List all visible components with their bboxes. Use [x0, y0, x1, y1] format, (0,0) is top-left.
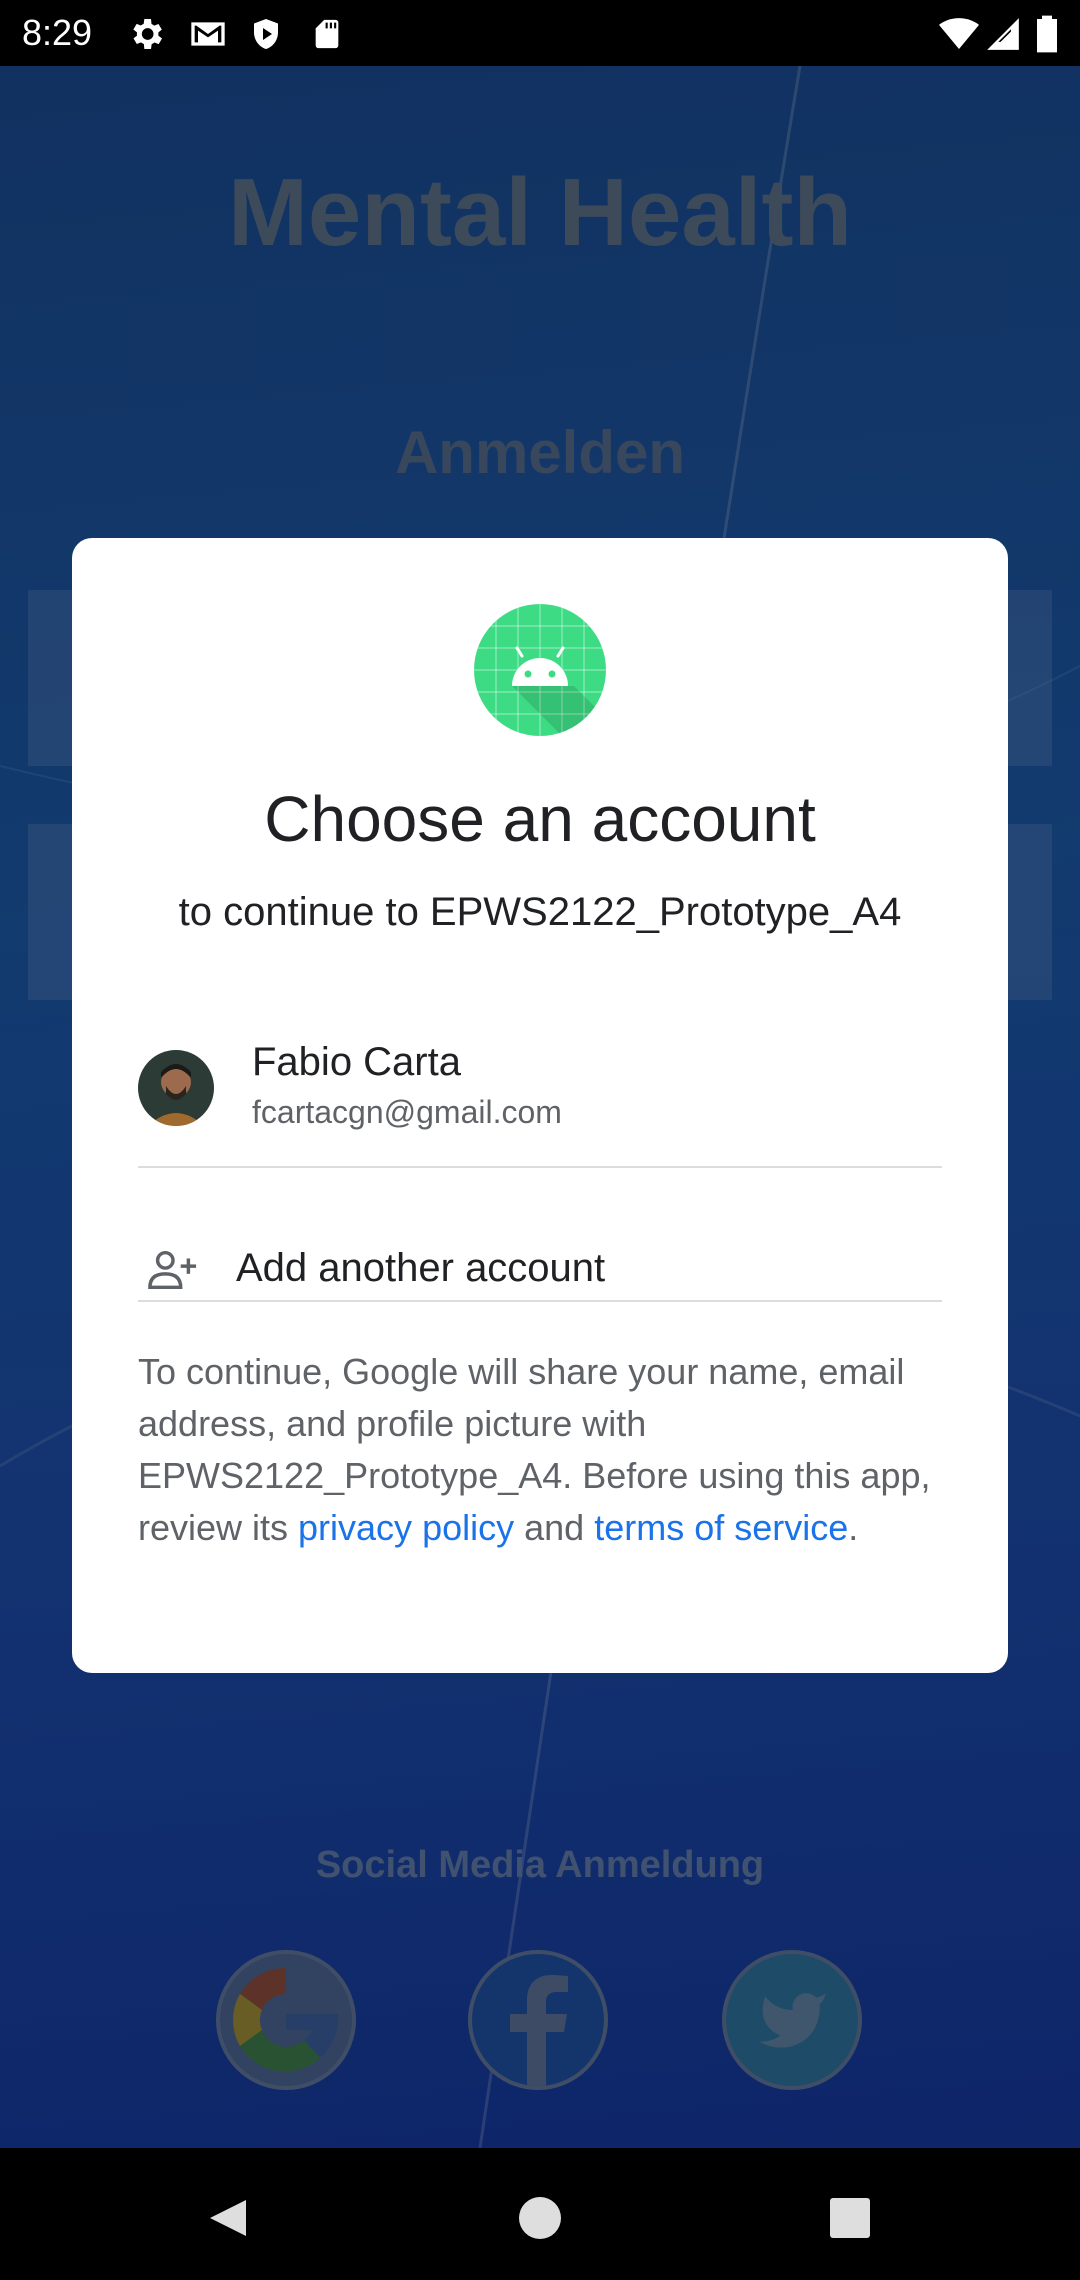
- divider: [138, 1300, 942, 1302]
- terms-of-service-link[interactable]: terms of service: [594, 1507, 848, 1548]
- status-bar: 8:29: [0, 0, 1080, 66]
- divider: [138, 1166, 942, 1168]
- account-item[interactable]: Fabio Carta fcartacgn@gmail.com: [138, 1038, 942, 1202]
- dialog-subtitle: to continue to EPWS2122_Prototype_A4: [178, 890, 902, 934]
- gmail-icon: [191, 22, 225, 46]
- home-icon[interactable]: [510, 2188, 570, 2248]
- add-person-icon: [148, 1250, 197, 1290]
- battery-icon: [1037, 15, 1057, 53]
- back-icon[interactable]: [196, 2188, 256, 2248]
- dialog-title: Choose an account: [264, 783, 816, 855]
- play-protect-icon: [254, 19, 278, 49]
- sd-card-icon: [315, 19, 339, 49]
- settings-icon: [133, 19, 162, 49]
- account-name: Fabio Carta: [252, 1040, 461, 1084]
- add-another-account-button[interactable]: Add another account: [138, 1206, 942, 1334]
- consent-text-and: and: [514, 1507, 595, 1548]
- cellular-signal-icon: [987, 18, 1019, 50]
- recents-icon[interactable]: [820, 2188, 880, 2248]
- consent-text: To continue, Google will share your name…: [138, 1346, 942, 1554]
- consent-text-end: .: [848, 1507, 859, 1548]
- privacy-policy-link[interactable]: privacy policy: [298, 1507, 514, 1548]
- avatar: [138, 1050, 214, 1126]
- status-time: 8:29: [22, 12, 93, 53]
- add-account-label: Add another account: [236, 1246, 606, 1290]
- android-app-icon: [474, 604, 606, 736]
- account-chooser-dialog: Choose an account to continue to EPWS212…: [72, 538, 1008, 1673]
- wifi-icon: [939, 18, 979, 49]
- navigation-bar: [0, 2148, 1080, 2280]
- account-email: fcartacgn@gmail.com: [252, 1094, 562, 1130]
